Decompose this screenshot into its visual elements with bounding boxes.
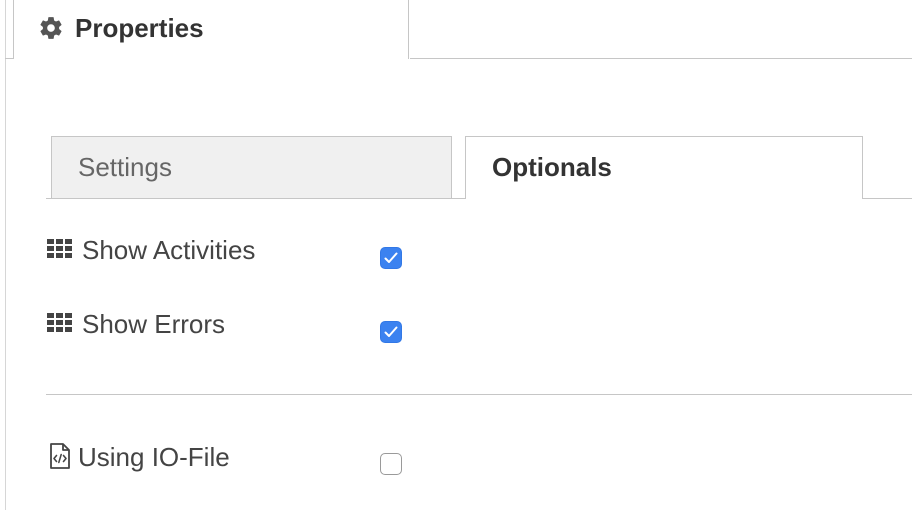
show-activities-checkbox[interactable] bbox=[380, 247, 402, 269]
inner-tab-border bbox=[863, 198, 912, 199]
option-row-using-io-file: Using IO-File bbox=[44, 438, 912, 478]
tab-optionals[interactable]: Optionals bbox=[465, 136, 863, 199]
outer-tab-border bbox=[410, 58, 912, 59]
option-row-show-errors: Show Errors bbox=[44, 306, 912, 346]
section-divider bbox=[46, 394, 912, 395]
gear-icon bbox=[40, 17, 62, 39]
panel-left-edge bbox=[5, 0, 6, 510]
properties-tab[interactable]: Properties bbox=[13, 0, 409, 59]
using-io-file-checkbox[interactable] bbox=[380, 453, 402, 475]
grid-icon bbox=[47, 313, 72, 332]
inner-tab-border-mid bbox=[452, 198, 465, 199]
checkmark-icon bbox=[384, 252, 398, 263]
tab-optionals-label: Optionals bbox=[492, 152, 612, 182]
outer-tab-border-left bbox=[5, 58, 13, 59]
tab-settings-label: Settings bbox=[78, 152, 172, 182]
using-io-file-label: Using IO-File bbox=[78, 442, 230, 472]
code-file-icon bbox=[50, 443, 70, 469]
grid-icon bbox=[47, 239, 72, 258]
tab-settings[interactable]: Settings bbox=[51, 136, 452, 199]
checkmark-icon bbox=[384, 326, 398, 337]
show-activities-label: Show Activities bbox=[82, 235, 256, 265]
show-errors-label: Show Errors bbox=[82, 309, 226, 339]
option-row-show-activities: Show Activities bbox=[44, 232, 912, 272]
properties-tab-label: Properties bbox=[75, 13, 204, 43]
show-errors-checkbox[interactable] bbox=[380, 321, 402, 343]
